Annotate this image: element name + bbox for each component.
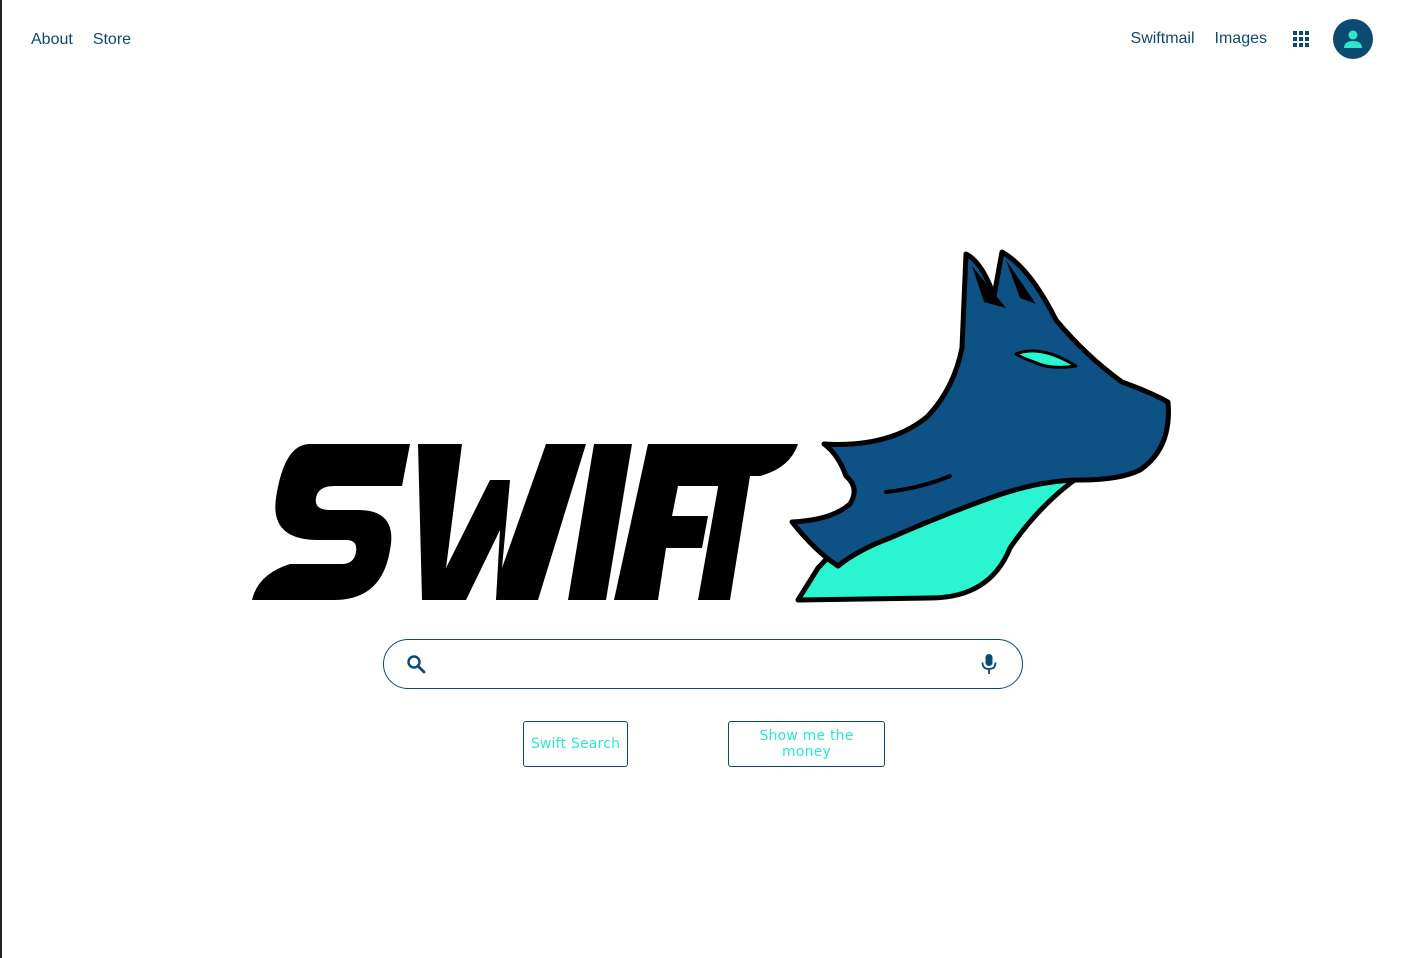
images-link[interactable]: Images — [1215, 28, 1267, 50]
about-link[interactable]: About — [31, 29, 73, 51]
show-me-the-money-button[interactable]: Show me the money — [728, 721, 885, 767]
nav-right: Swiftmail Images — [1131, 19, 1373, 59]
swift-logo — [250, 248, 1174, 606]
store-link[interactable]: Store — [93, 29, 131, 51]
wolf-mascot — [789, 249, 1171, 603]
search-glyph — [407, 655, 426, 674]
nav-left: About Store — [31, 29, 131, 51]
microphone-glyph — [981, 654, 997, 674]
user-avatar-button[interactable] — [1333, 19, 1373, 59]
user-avatar-icon — [1344, 30, 1362, 48]
microphone-icon[interactable] — [978, 653, 1000, 675]
swift-wordmark — [252, 444, 798, 600]
search-input[interactable] — [439, 643, 966, 685]
swiftmail-link[interactable]: Swiftmail — [1131, 28, 1195, 50]
apps-grid-glyph — [1293, 31, 1309, 47]
swift-search-button[interactable]: Swift Search — [523, 721, 628, 767]
search-icon[interactable] — [405, 653, 427, 675]
apps-grid-icon[interactable] — [1289, 27, 1313, 51]
swift-logo-graphic — [252, 249, 1171, 603]
search-bar — [383, 639, 1023, 689]
top-navigation: About Store Swiftmail Images — [2, 0, 1401, 80]
